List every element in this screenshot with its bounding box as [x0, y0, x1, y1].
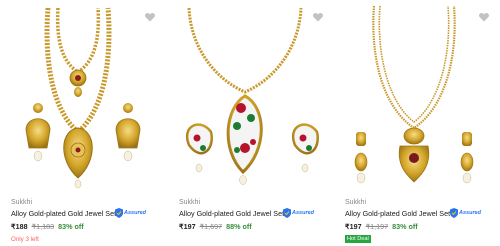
product-card[interactable]: Sukkhi Alloy Gold-plated Gold Jewel Set …	[0, 0, 167, 246]
original-price: ₹1,197	[365, 222, 389, 231]
heart-icon[interactable]	[144, 11, 156, 23]
price-row: ₹197 ₹1,197 83% off	[345, 222, 418, 231]
assured-label: Assured	[459, 209, 482, 216]
assured-shield-icon	[115, 207, 123, 218]
price-row: ₹197 ₹1,697 88% off	[179, 222, 252, 231]
discount-percent: 83% off	[392, 222, 418, 231]
assured-label: Assured	[124, 209, 147, 216]
product-brand: Sukkhi	[345, 199, 367, 206]
assured-shield-icon	[283, 207, 291, 218]
product-grid: Sukkhi Alloy Gold-plated Gold Jewel Set …	[0, 0, 500, 246]
product-brand: Sukkhi	[179, 199, 201, 206]
selling-price: ₹197	[345, 222, 362, 231]
product-card[interactable]: Sukkhi Alloy Gold-plated Gold Jewel Set …	[167, 0, 334, 246]
product-image[interactable]	[0, 0, 167, 190]
product-image[interactable]	[334, 0, 500, 190]
price-row: ₹188 ₹1,183 83% off	[11, 222, 84, 231]
assured-badge: Assured	[450, 207, 481, 218]
original-price: ₹1,697	[199, 222, 223, 231]
assured-badge: Assured	[283, 207, 314, 218]
necklace-image	[185, 7, 319, 185]
discount-percent: 88% off	[226, 222, 252, 231]
assured-label: Assured	[292, 209, 315, 216]
stock-note: Only 3 left	[11, 236, 39, 243]
hot-deal-badge: Hot Deal	[345, 235, 371, 243]
heart-icon[interactable]	[312, 11, 324, 23]
product-image[interactable]	[167, 0, 334, 190]
product-card[interactable]: Sukkhi Alloy Gold-plated Gold Jewel Set …	[334, 0, 500, 246]
necklace-image	[25, 7, 141, 189]
assured-badge: Assured	[115, 207, 146, 218]
product-title[interactable]: Alloy Gold-plated Gold Jewel Set	[179, 209, 284, 218]
product-brand: Sukkhi	[11, 199, 33, 206]
original-price: ₹1,183	[31, 222, 55, 231]
product-title[interactable]: Alloy Gold-plated Gold Jewel Set	[11, 209, 116, 218]
selling-price: ₹197	[179, 222, 196, 231]
assured-shield-icon	[450, 207, 458, 218]
selling-price: ₹188	[11, 222, 28, 231]
discount-percent: 83% off	[58, 222, 84, 231]
heart-icon[interactable]	[478, 11, 490, 23]
product-title[interactable]: Alloy Gold-plated Gold Jewel Set	[345, 209, 450, 218]
necklace-image	[354, 5, 474, 184]
